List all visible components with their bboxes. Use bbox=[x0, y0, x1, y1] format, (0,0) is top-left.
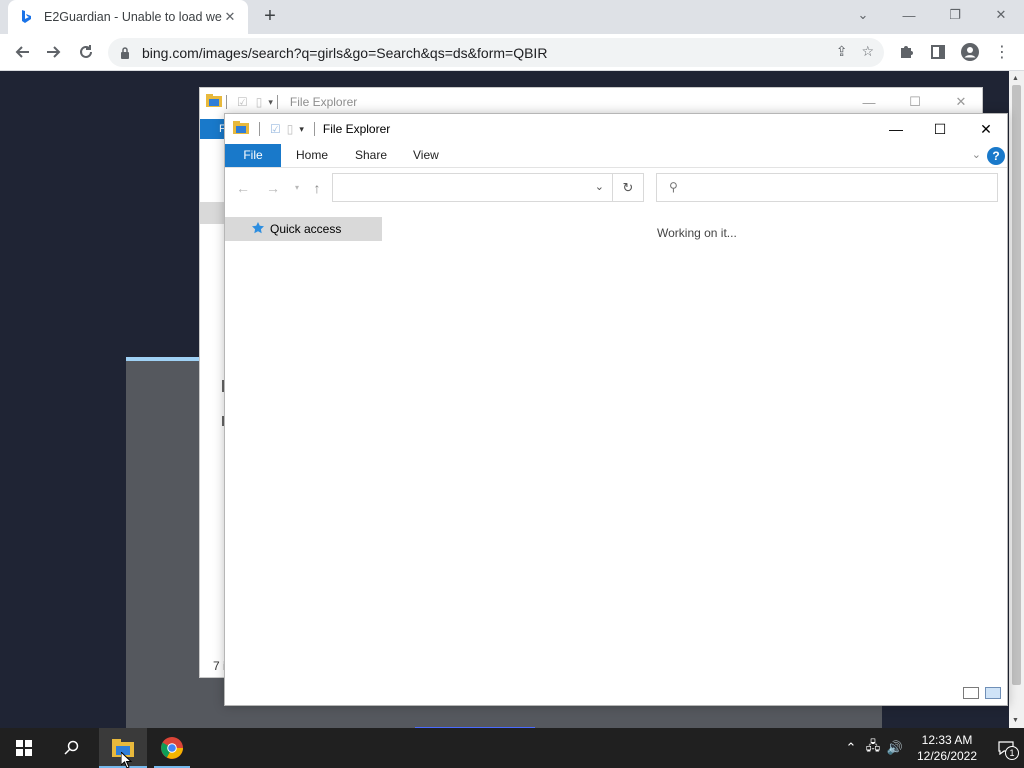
details-view-icon[interactable] bbox=[963, 687, 979, 699]
folder-icon bbox=[233, 121, 249, 137]
reload-icon[interactable] bbox=[72, 38, 100, 66]
profile-avatar-icon[interactable] bbox=[956, 38, 984, 66]
scrollbar-thumb[interactable] bbox=[1012, 85, 1021, 685]
url-text: bing.com/images/search?q=girls&go=Search… bbox=[142, 44, 548, 61]
file-explorer-window[interactable]: ☑ ▯ ▾ File Explorer — ☐ ✕ File Home Shar… bbox=[224, 113, 1008, 706]
tab-title: E2Guardian - Unable to load wel bbox=[44, 10, 222, 24]
tab-close-icon[interactable]: ✕ bbox=[222, 9, 238, 25]
close-button[interactable]: ✕ bbox=[963, 114, 1009, 144]
system-tray: ⌃ 🖧 🔊 12:33 AM 12/26/2022 1 bbox=[840, 728, 1024, 768]
tab-view[interactable]: View bbox=[399, 144, 453, 167]
side-panel-icon[interactable] bbox=[924, 38, 952, 66]
expand-ribbon-icon[interactable]: ⌄ bbox=[972, 148, 981, 161]
maximize-button[interactable]: ☐ bbox=[917, 114, 963, 144]
back-arrow-icon[interactable] bbox=[8, 38, 36, 66]
quick-access-star-icon bbox=[251, 221, 265, 238]
back-file-tab[interactable]: File bbox=[200, 119, 226, 139]
back-arrow-icon[interactable]: ← bbox=[233, 178, 253, 198]
qat-dropdown-icon: ▾ bbox=[268, 96, 273, 107]
navigation-bar: ← → ▾ ↑ ⌄ ↻ ⚲ bbox=[225, 172, 1007, 204]
network-icon[interactable]: 🖧 bbox=[862, 737, 884, 759]
tab-share[interactable]: Share bbox=[341, 144, 401, 167]
properties-icon[interactable]: ☑ bbox=[270, 122, 281, 136]
refresh-icon[interactable]: ↻ bbox=[613, 173, 644, 202]
tab-home[interactable]: Home bbox=[282, 144, 342, 167]
back-minimize-button[interactable]: — bbox=[846, 88, 892, 116]
mouse-cursor-icon bbox=[120, 750, 133, 768]
browser-toolbar: bing.com/images/search?q=girls&go=Search… bbox=[0, 34, 1024, 71]
start-button[interactable] bbox=[0, 728, 48, 768]
notification-badge: 1 bbox=[1005, 746, 1019, 760]
qat-dropdown-icon[interactable]: ▾ bbox=[299, 124, 304, 135]
search-input[interactable]: ⚲ bbox=[656, 173, 998, 202]
search-icon bbox=[64, 740, 79, 755]
scroll-down-icon[interactable]: ▼ bbox=[1012, 717, 1019, 724]
address-input[interactable]: ⌄ bbox=[332, 173, 613, 202]
search-button[interactable] bbox=[48, 728, 96, 768]
minimize-button[interactable]: — bbox=[873, 114, 919, 144]
close-button[interactable]: ✕ bbox=[978, 0, 1024, 30]
tab-file[interactable]: File bbox=[225, 144, 281, 167]
browser-tab[interactable]: E2Guardian - Unable to load wel ✕ bbox=[8, 0, 248, 34]
volume-icon[interactable]: 🔊 bbox=[884, 740, 906, 756]
address-dropdown-icon[interactable]: ⌄ bbox=[595, 180, 604, 193]
taskbar: ⌃ 🖧 🔊 12:33 AM 12/26/2022 1 bbox=[0, 728, 1024, 768]
help-icon[interactable]: ? bbox=[987, 147, 1005, 165]
page-link[interactable] bbox=[415, 720, 535, 728]
properties-icon: ☑ bbox=[237, 95, 248, 109]
show-hidden-icons-icon[interactable]: ⌃ bbox=[840, 740, 862, 756]
back-window-title: File Explorer bbox=[289, 95, 358, 109]
chrome-menu-icon[interactable]: ⋮ bbox=[988, 38, 1016, 66]
sidebar-item-quick-access[interactable]: Quick access bbox=[225, 217, 382, 241]
page-scrollbar[interactable]: ▲ ▼ bbox=[1009, 71, 1024, 728]
share-icon[interactable]: ⇪ bbox=[836, 43, 848, 60]
new-folder-icon[interactable]: ▯ bbox=[287, 122, 294, 136]
bookmark-star-icon[interactable]: ☆ bbox=[861, 43, 874, 60]
back-close-button[interactable]: ✕ bbox=[938, 88, 984, 116]
extensions-puzzle-icon[interactable] bbox=[892, 38, 920, 66]
clock[interactable]: 12:33 AM 12/26/2022 bbox=[912, 732, 982, 764]
forward-arrow-icon[interactable]: → bbox=[263, 178, 283, 198]
forward-arrow-icon[interactable] bbox=[40, 38, 68, 66]
lock-icon bbox=[120, 46, 134, 59]
tab-search-icon[interactable]: ⌄ bbox=[840, 0, 886, 30]
ribbon: File Home Share View ⌄ ? bbox=[225, 144, 1007, 168]
back-maximize-button[interactable]: ☐ bbox=[892, 88, 938, 116]
quick-access-label: Quick access bbox=[270, 222, 342, 236]
clock-time: 12:33 AM bbox=[921, 733, 973, 747]
clock-date: 12/26/2022 bbox=[916, 749, 978, 763]
taskbar-chrome[interactable] bbox=[148, 728, 196, 768]
back-nav-highlight bbox=[200, 202, 226, 224]
chrome-icon bbox=[161, 737, 183, 759]
new-folder-icon: ▯ bbox=[255, 95, 263, 109]
new-tab-button[interactable]: + bbox=[258, 5, 282, 29]
up-arrow-icon[interactable]: ↑ bbox=[307, 178, 327, 198]
restore-button[interactable]: ❐ bbox=[932, 0, 978, 30]
minimize-button[interactable]: — bbox=[886, 0, 932, 30]
folder-icon bbox=[206, 94, 222, 110]
windows-logo-icon bbox=[16, 740, 32, 756]
window-title: File Explorer bbox=[322, 122, 391, 136]
address-bar[interactable]: bing.com/images/search?q=girls&go=Search… bbox=[108, 38, 884, 67]
action-center-button[interactable]: 1 bbox=[988, 728, 1024, 768]
search-icon: ⚲ bbox=[669, 180, 678, 194]
recent-locations-icon[interactable]: ▾ bbox=[287, 178, 307, 198]
large-icons-view-icon[interactable] bbox=[985, 687, 1001, 699]
view-switcher bbox=[963, 687, 1001, 699]
browser-tab-strip: E2Guardian - Unable to load wel ✕ + ⌄ — … bbox=[0, 0, 1024, 34]
scroll-up-icon[interactable]: ▲ bbox=[1012, 75, 1019, 82]
bing-favicon-icon bbox=[18, 9, 34, 25]
loading-status: Working on it... bbox=[657, 226, 737, 240]
